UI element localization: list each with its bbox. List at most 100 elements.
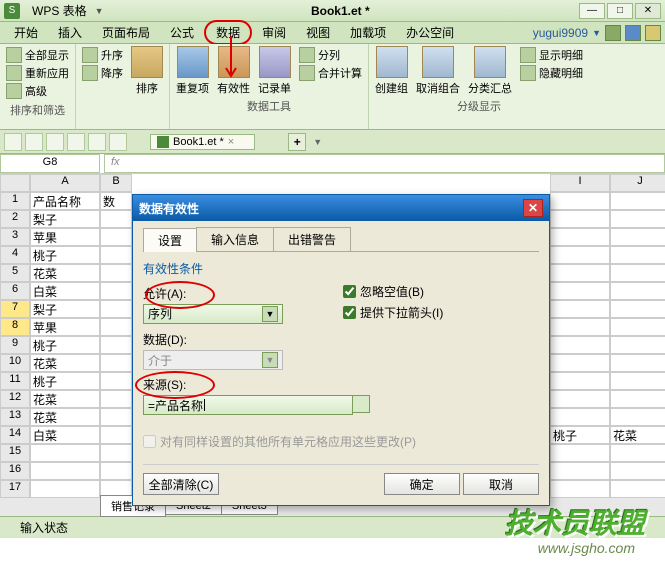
cell[interactable] [610,408,665,426]
menu-layout[interactable]: 页面布局 [92,22,160,43]
home-icon[interactable] [605,25,621,41]
cell[interactable] [30,462,100,480]
menu-data[interactable]: 数据 [204,20,252,45]
cell[interactable] [100,408,132,426]
cell[interactable]: 桃子 [30,336,100,354]
cell[interactable]: 花菜 [610,426,665,444]
cell[interactable]: 梨子 [30,300,100,318]
dialog-close-button[interactable]: ✕ [523,199,543,217]
cell[interactable] [550,354,610,372]
form-button[interactable]: 记录单 [258,46,291,96]
menu-start[interactable]: 开始 [4,22,48,43]
add-tab-button[interactable]: + [288,133,306,151]
col-header-i[interactable]: I [550,174,610,192]
cell[interactable] [610,210,665,228]
cell[interactable] [550,480,610,498]
row-header[interactable]: 15 [0,444,30,462]
cell[interactable]: 数 [100,192,132,210]
dropdown-icon[interactable]: ▼ [95,6,104,16]
cell[interactable] [100,282,132,300]
qat-print-icon[interactable] [67,133,85,151]
minimize-button[interactable]: — [579,3,605,19]
show-all-button[interactable]: 全部显示 [6,46,69,64]
row-header[interactable]: 12 [0,390,30,408]
cell[interactable]: 苹果 [30,318,100,336]
document-tab[interactable]: Book1.et * × [150,134,255,150]
cell[interactable]: 花菜 [30,390,100,408]
cell[interactable] [610,354,665,372]
duplicates-button[interactable]: 重复项 [176,46,209,96]
cell[interactable]: 梨子 [30,210,100,228]
cell[interactable]: 白菜 [30,426,100,444]
cell[interactable] [610,264,665,282]
qat-new-icon[interactable] [4,133,22,151]
allow-dropdown[interactable]: 序列 ▼ [143,304,283,324]
cell[interactable] [550,228,610,246]
cell[interactable] [550,336,610,354]
merge-calc-button[interactable]: 合并计算 [299,64,362,82]
hide-detail-button[interactable]: 隐藏明细 [520,64,583,82]
cell[interactable] [610,462,665,480]
row-header[interactable]: 5 [0,264,30,282]
close-window-button[interactable]: ✕ [635,3,661,19]
cell[interactable] [550,210,610,228]
cell[interactable] [100,354,132,372]
row-header[interactable]: 1 [0,192,30,210]
cell[interactable] [550,300,610,318]
cancel-button[interactable]: 取消 [463,473,539,495]
create-group-button[interactable]: 创建组 [375,46,408,96]
menu-insert[interactable]: 插入 [48,22,92,43]
subtotal-button[interactable]: 分类汇总 [468,46,512,96]
cell[interactable] [550,408,610,426]
cell[interactable] [610,372,665,390]
menu-view[interactable]: 视图 [296,22,340,43]
row-header[interactable]: 7 [0,300,30,318]
name-box[interactable]: G8 [0,154,100,173]
range-picker-button[interactable] [352,395,370,413]
tab-input-message[interactable]: 输入信息 [196,227,274,251]
cell[interactable] [610,228,665,246]
cell[interactable] [610,480,665,498]
cell[interactable] [100,210,132,228]
show-detail-button[interactable]: 显示明细 [520,46,583,64]
reapply-button[interactable]: 重新应用 [6,64,69,82]
menu-review[interactable]: 审阅 [252,22,296,43]
cell[interactable] [550,264,610,282]
sort-desc-button[interactable]: 降序 [82,64,123,82]
ignore-blank-checkbox[interactable]: 忽略空值(B) [343,283,443,300]
cell[interactable] [550,282,610,300]
row-header[interactable]: 10 [0,354,30,372]
row-header[interactable]: 16 [0,462,30,480]
qat-undo-icon[interactable] [88,133,106,151]
cell[interactable]: 桃子 [550,426,610,444]
cell[interactable]: 桃子 [30,372,100,390]
dropdown-arrow-checkbox[interactable]: 提供下拉箭头(I) [343,304,443,321]
menu-addons[interactable]: 加载项 [340,22,396,43]
row-header[interactable]: 8 [0,318,30,336]
cell[interactable]: 白菜 [30,282,100,300]
cell[interactable]: 花菜 [30,264,100,282]
cell[interactable] [100,336,132,354]
row-header[interactable]: 6 [0,282,30,300]
ungroup-button[interactable]: 取消组合 [416,46,460,96]
tab-settings[interactable]: 设置 [143,228,197,252]
cell[interactable] [610,336,665,354]
cell[interactable] [100,426,132,444]
sort-button[interactable]: 排序 [131,46,163,96]
validation-button[interactable]: 有效性 [217,46,250,96]
dialog-titlebar[interactable]: 数据有效性 ✕ [133,195,549,221]
qat-redo-icon[interactable] [109,133,127,151]
maximize-button[interactable]: □ [607,3,633,19]
cell[interactable]: 桃子 [30,246,100,264]
tab-menu-icon[interactable]: ▼ [313,137,322,147]
row-header[interactable]: 4 [0,246,30,264]
doc-icon[interactable] [625,25,641,41]
cell[interactable] [100,390,132,408]
cell[interactable]: 花菜 [30,354,100,372]
row-header[interactable]: 11 [0,372,30,390]
row-header[interactable]: 9 [0,336,30,354]
cell[interactable] [100,300,132,318]
row-header[interactable]: 13 [0,408,30,426]
split-button[interactable]: 分列 [299,46,362,64]
cell[interactable] [30,444,100,462]
